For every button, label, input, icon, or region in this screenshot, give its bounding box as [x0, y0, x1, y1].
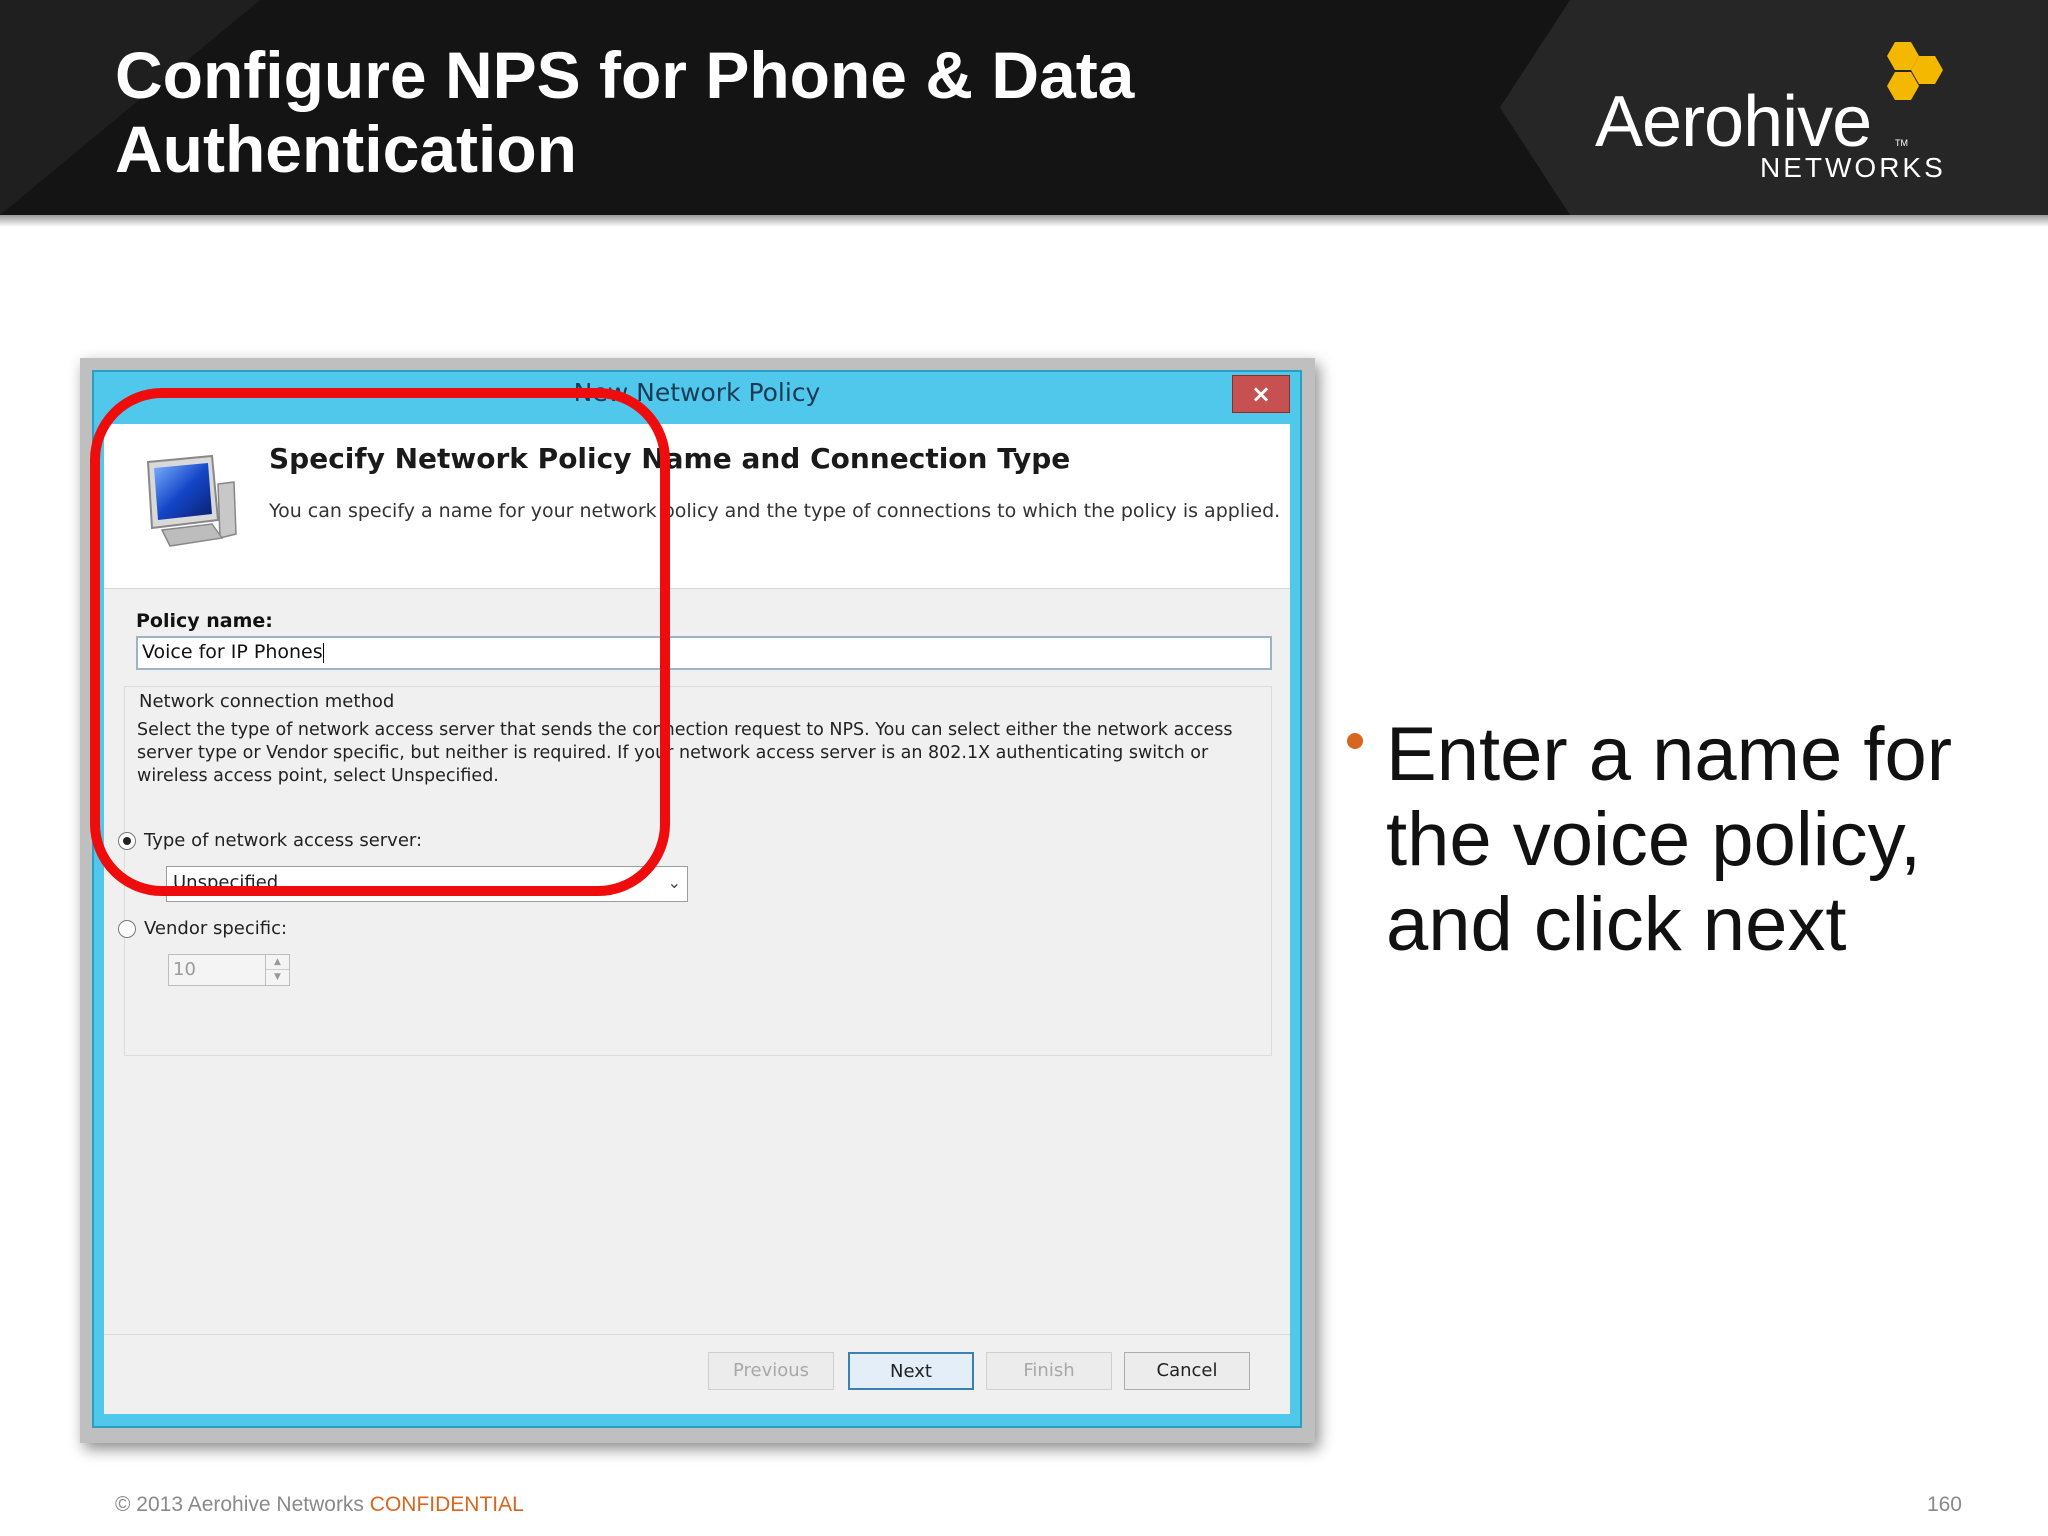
- logo-subline: NETWORKS: [1760, 152, 1946, 183]
- header-shadow: [0, 215, 2048, 227]
- radio-vendor-specific-label: Vendor specific:: [144, 918, 288, 939]
- stepper-buttons: ▲ ▼: [265, 955, 289, 985]
- vendor-code-stepper[interactable]: 10 ▲ ▼: [168, 954, 290, 986]
- button-row-divider: [104, 1334, 1290, 1335]
- slide-title: Configure NPS for Phone & Data Authentic…: [115, 38, 1315, 186]
- radio-vendor-specific[interactable]: [118, 920, 136, 938]
- next-button[interactable]: Next: [848, 1352, 974, 1390]
- slide-title-line2: Authentication: [115, 112, 577, 186]
- page-number: 160: [1926, 1493, 1962, 1516]
- instruction-bullet: Enter a name for the voice policy, and c…: [1386, 712, 1953, 967]
- finish-button[interactable]: Finish: [986, 1352, 1112, 1390]
- slide-title-line1: Configure NPS for Phone & Data: [115, 38, 1135, 112]
- hexagon-logo-icon: [1887, 42, 1943, 100]
- policy-name-highlight: [90, 388, 670, 896]
- slide-header: Configure NPS for Phone & Data Authentic…: [0, 0, 2048, 215]
- logo-wordmark: Aerohive: [1595, 82, 1872, 162]
- footer-copyright: © 2013 Aerohive Networks CONFIDENTIAL: [115, 1493, 524, 1517]
- copyright-text: © 2013 Aerohive Networks: [115, 1493, 370, 1516]
- confidential-label: CONFIDENTIAL: [369, 1493, 524, 1516]
- logo-trademark: TM: [1895, 138, 1908, 148]
- chevron-down-icon: ⌄: [667, 873, 681, 892]
- vendor-code-value: 10: [173, 959, 196, 980]
- bullet-dot-icon: [1347, 733, 1363, 749]
- close-button[interactable]: ×: [1232, 375, 1290, 413]
- cancel-button[interactable]: Cancel: [1124, 1352, 1250, 1390]
- previous-button[interactable]: Previous: [708, 1352, 834, 1390]
- stepper-down-icon[interactable]: ▼: [266, 970, 289, 985]
- stepper-up-icon[interactable]: ▲: [266, 955, 289, 970]
- aerohive-logo: Aerohive TM NETWORKS: [1595, 40, 1975, 190]
